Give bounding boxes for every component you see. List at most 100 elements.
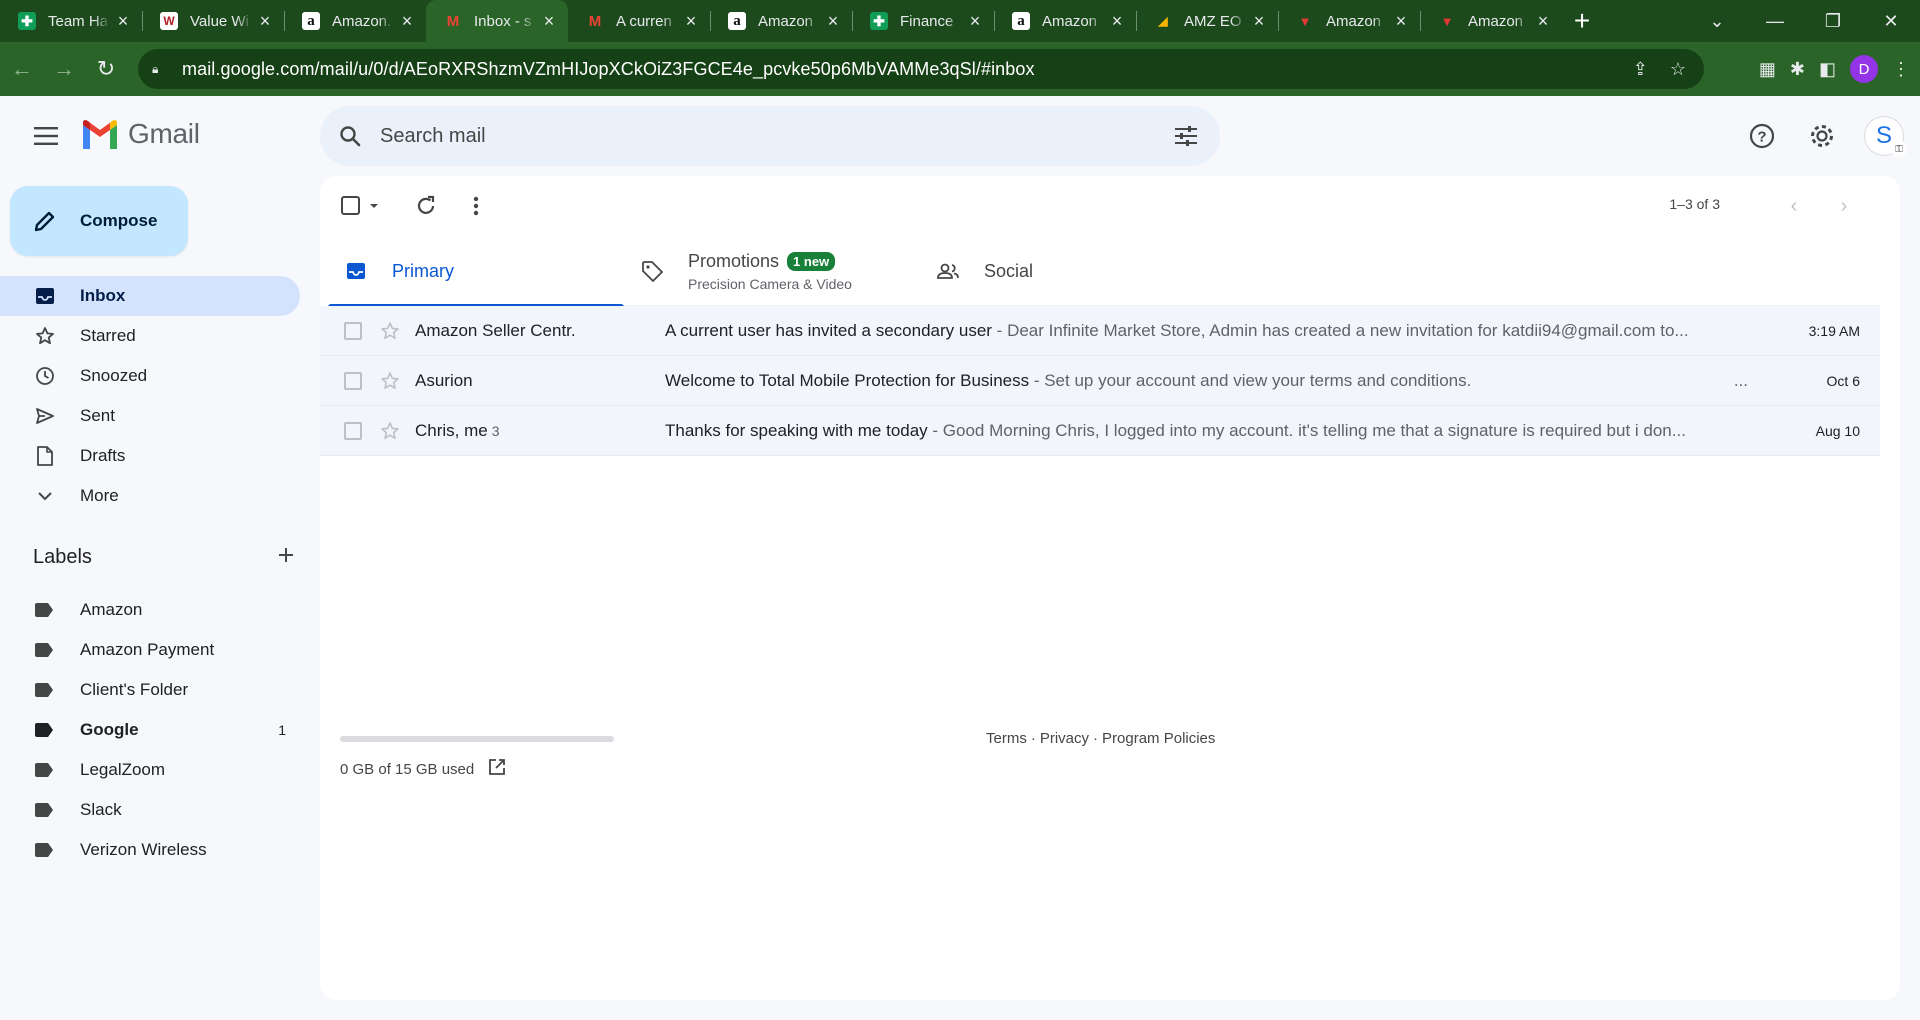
settings-gear-icon[interactable] (1798, 112, 1846, 160)
pencil-icon (34, 211, 55, 232)
sidebar-item-inbox[interactable]: Inbox (0, 276, 300, 316)
label-name: Amazon Payment (80, 640, 215, 659)
program-policies-link[interactable]: Program Policies (1102, 730, 1215, 747)
tab-subtitle: Precision Camera & Video (688, 275, 852, 292)
label-item-amazon-payment[interactable]: Amazon Payment (0, 630, 300, 670)
app-name: Gmail (128, 118, 200, 149)
side-panel-icon[interactable]: ◧ (1819, 59, 1836, 80)
refresh-icon[interactable] (410, 190, 442, 222)
search-icon[interactable] (320, 124, 380, 148)
more-vert-icon[interactable] (460, 190, 492, 222)
close-icon[interactable]: × (1392, 11, 1410, 32)
row-checkbox[interactable] (344, 371, 362, 390)
reload-icon[interactable]: ↻ (86, 49, 126, 89)
table-row[interactable]: Amazon Seller Centr. A current user has … (320, 306, 1880, 356)
browser-tab[interactable]: ▼ Amazon × (1420, 0, 1562, 42)
row-checkbox[interactable] (344, 421, 362, 440)
browser-tab[interactable]: ✚ Finance × (852, 0, 994, 42)
gmail-logo[interactable]: Gmail (80, 118, 200, 150)
label-tag-icon (34, 683, 56, 697)
close-icon[interactable]: × (540, 11, 558, 32)
label-item-amazon[interactable]: Amazon (0, 590, 300, 630)
browser-tab[interactable]: a Amazon. × (284, 0, 426, 42)
tab-promotions[interactable]: Promotions 1 new Precision Camera & Vide… (624, 236, 920, 306)
tab-title: Amazon (1468, 12, 1524, 30)
close-icon[interactable]: × (824, 11, 842, 32)
tab-label: Promotions (688, 250, 780, 271)
help-icon[interactable]: ? (1738, 112, 1786, 160)
new-badge: 1 new (787, 251, 836, 271)
table-row[interactable]: Asurion Welcome to Total Mobile Protecti… (320, 356, 1880, 406)
restore-icon[interactable]: ❐ (1804, 11, 1862, 32)
label-item-slack[interactable]: Slack (0, 790, 300, 830)
browser-tab[interactable]: M A curren × (568, 0, 710, 42)
label-item-verizon-wireless[interactable]: Verizon Wireless (0, 830, 300, 870)
browser-tab[interactable]: ▼ Amazon × (1278, 0, 1420, 42)
browser-tab[interactable]: W Value Wi × (142, 0, 284, 42)
table-row[interactable]: Chris, me 3 Thanks for speaking with me t… (320, 406, 1880, 456)
account-avatar[interactable]: S ⚿ (1864, 116, 1907, 157)
select-all-checkbox[interactable] (340, 190, 386, 222)
sidebar-item-snoozed[interactable]: Snoozed (0, 356, 300, 396)
label-item-legalzoom[interactable]: LegalZoom (0, 750, 300, 790)
sidebar-item-starred[interactable]: Starred (0, 316, 300, 356)
browser-profile-avatar[interactable]: D (1850, 55, 1878, 83)
star-toggle-icon[interactable] (380, 371, 400, 391)
search-input[interactable] (380, 124, 1080, 148)
tab-primary[interactable]: Primary (328, 236, 624, 307)
star-toggle-icon[interactable] (380, 421, 400, 441)
close-icon[interactable]: × (256, 11, 274, 32)
close-icon[interactable]: × (1534, 11, 1552, 32)
row-checkbox[interactable] (344, 321, 362, 340)
label-item-google[interactable]: Google 1 (0, 710, 300, 750)
tab-social[interactable]: Social (920, 236, 1216, 306)
browser-menu-icon[interactable]: ⋮ (1892, 59, 1910, 80)
tab-search-chevron-icon[interactable]: ⌄ (1688, 11, 1746, 32)
label-name: Amazon (80, 600, 143, 619)
email-preview: A current user has invited a secondary u… (665, 321, 1920, 341)
compose-button[interactable]: Compose (10, 186, 188, 256)
sidebar-item-drafts[interactable]: Drafts (0, 436, 300, 476)
search-options-icon[interactable] (1172, 122, 1200, 155)
email-subject: Welcome to Total Mobile Protection for B… (665, 370, 1030, 390)
browser-tab[interactable]: a Amazon × (994, 0, 1136, 42)
address-bar[interactable]: 🔒︎ mail.google.com/mail/u/0/d/AEoRXRShzm… (138, 49, 1704, 89)
sidebar-item-label: More (80, 486, 119, 505)
sidebar-item-more[interactable]: More (0, 476, 300, 516)
window-close-icon[interactable]: ✕ (1862, 11, 1920, 32)
qr-extension-icon[interactable]: ▦ (1759, 59, 1776, 80)
older-page-icon[interactable]: › (1828, 190, 1860, 222)
forward-arrow-icon[interactable]: → (44, 49, 84, 89)
label-item-clients-folder[interactable]: Client's Folder (0, 670, 300, 710)
label-tag-icon (34, 723, 56, 737)
close-icon[interactable]: × (966, 11, 984, 32)
extensions-puzzle-icon[interactable]: ✱ (1790, 59, 1805, 80)
browser-tab[interactable]: ◢ AMZ EO × (1136, 0, 1278, 42)
link-separator: · (1030, 730, 1036, 747)
back-arrow-icon[interactable]: ← (2, 49, 42, 89)
browser-tab-active[interactable]: M Inbox - s × (426, 0, 568, 42)
open-in-new-icon[interactable] (488, 758, 506, 780)
new-tab-button[interactable]: + (1562, 0, 1602, 42)
browser-tab[interactable]: ✚ Team Ha × (0, 0, 142, 42)
star-toggle-icon[interactable] (380, 321, 400, 341)
add-label-icon[interactable] (277, 546, 295, 569)
bookmark-star-icon[interactable]: ☆ (1670, 59, 1686, 80)
minimize-icon[interactable]: — (1746, 11, 1804, 32)
storage-usage-bar (340, 736, 614, 742)
close-icon[interactable]: × (1250, 11, 1268, 32)
close-icon[interactable]: × (114, 11, 132, 32)
sidebar-item-label: Snoozed (80, 366, 148, 385)
terms-link[interactable]: Terms (986, 730, 1027, 747)
lock-icon[interactable]: 🔒︎ (152, 62, 166, 76)
sidebar-item-sent[interactable]: Sent (0, 396, 300, 436)
close-icon[interactable]: × (398, 11, 416, 32)
close-icon[interactable]: × (1108, 11, 1126, 32)
share-icon[interactable]: ⇪ (1633, 59, 1648, 80)
close-icon[interactable]: × (682, 11, 700, 32)
browser-tab[interactable]: a Amazon × (710, 0, 852, 42)
main-menu-icon[interactable] (24, 114, 68, 158)
privacy-link[interactable]: Privacy (1040, 730, 1089, 747)
newer-page-icon[interactable]: ‹ (1778, 190, 1810, 222)
amazon-icon: a (728, 12, 746, 30)
